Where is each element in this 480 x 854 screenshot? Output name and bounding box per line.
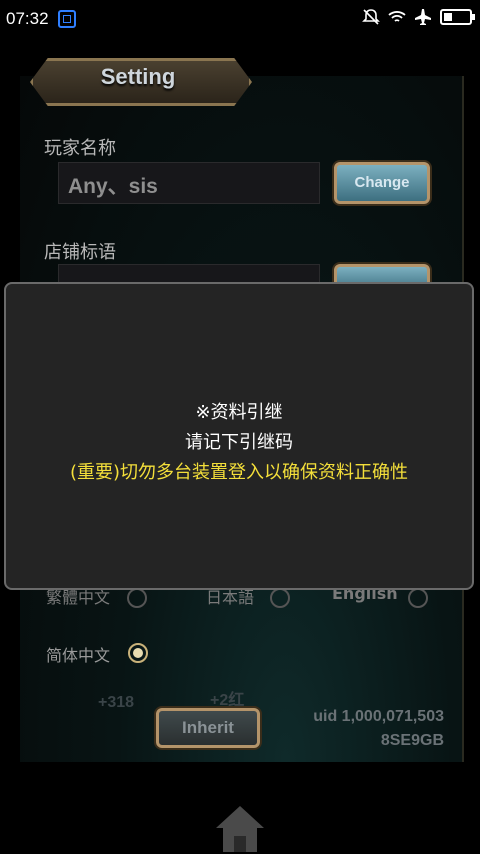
modal-overlay[interactable]: ※资料引继 请记下引继码 (重要)切勿多台装置登入以确保资料正确性 bbox=[0, 0, 480, 854]
dialog-heading: ※资料引继 bbox=[195, 402, 283, 423]
dialog-instruction: 请记下引继码 bbox=[185, 432, 293, 453]
dialog-warning: (重要)切勿多台装置登入以确保资料正确性 bbox=[69, 462, 409, 483]
inherit-info-dialog[interactable]: ※资料引继 请记下引继码 (重要)切勿多台装置登入以确保资料正确性 bbox=[4, 282, 474, 590]
